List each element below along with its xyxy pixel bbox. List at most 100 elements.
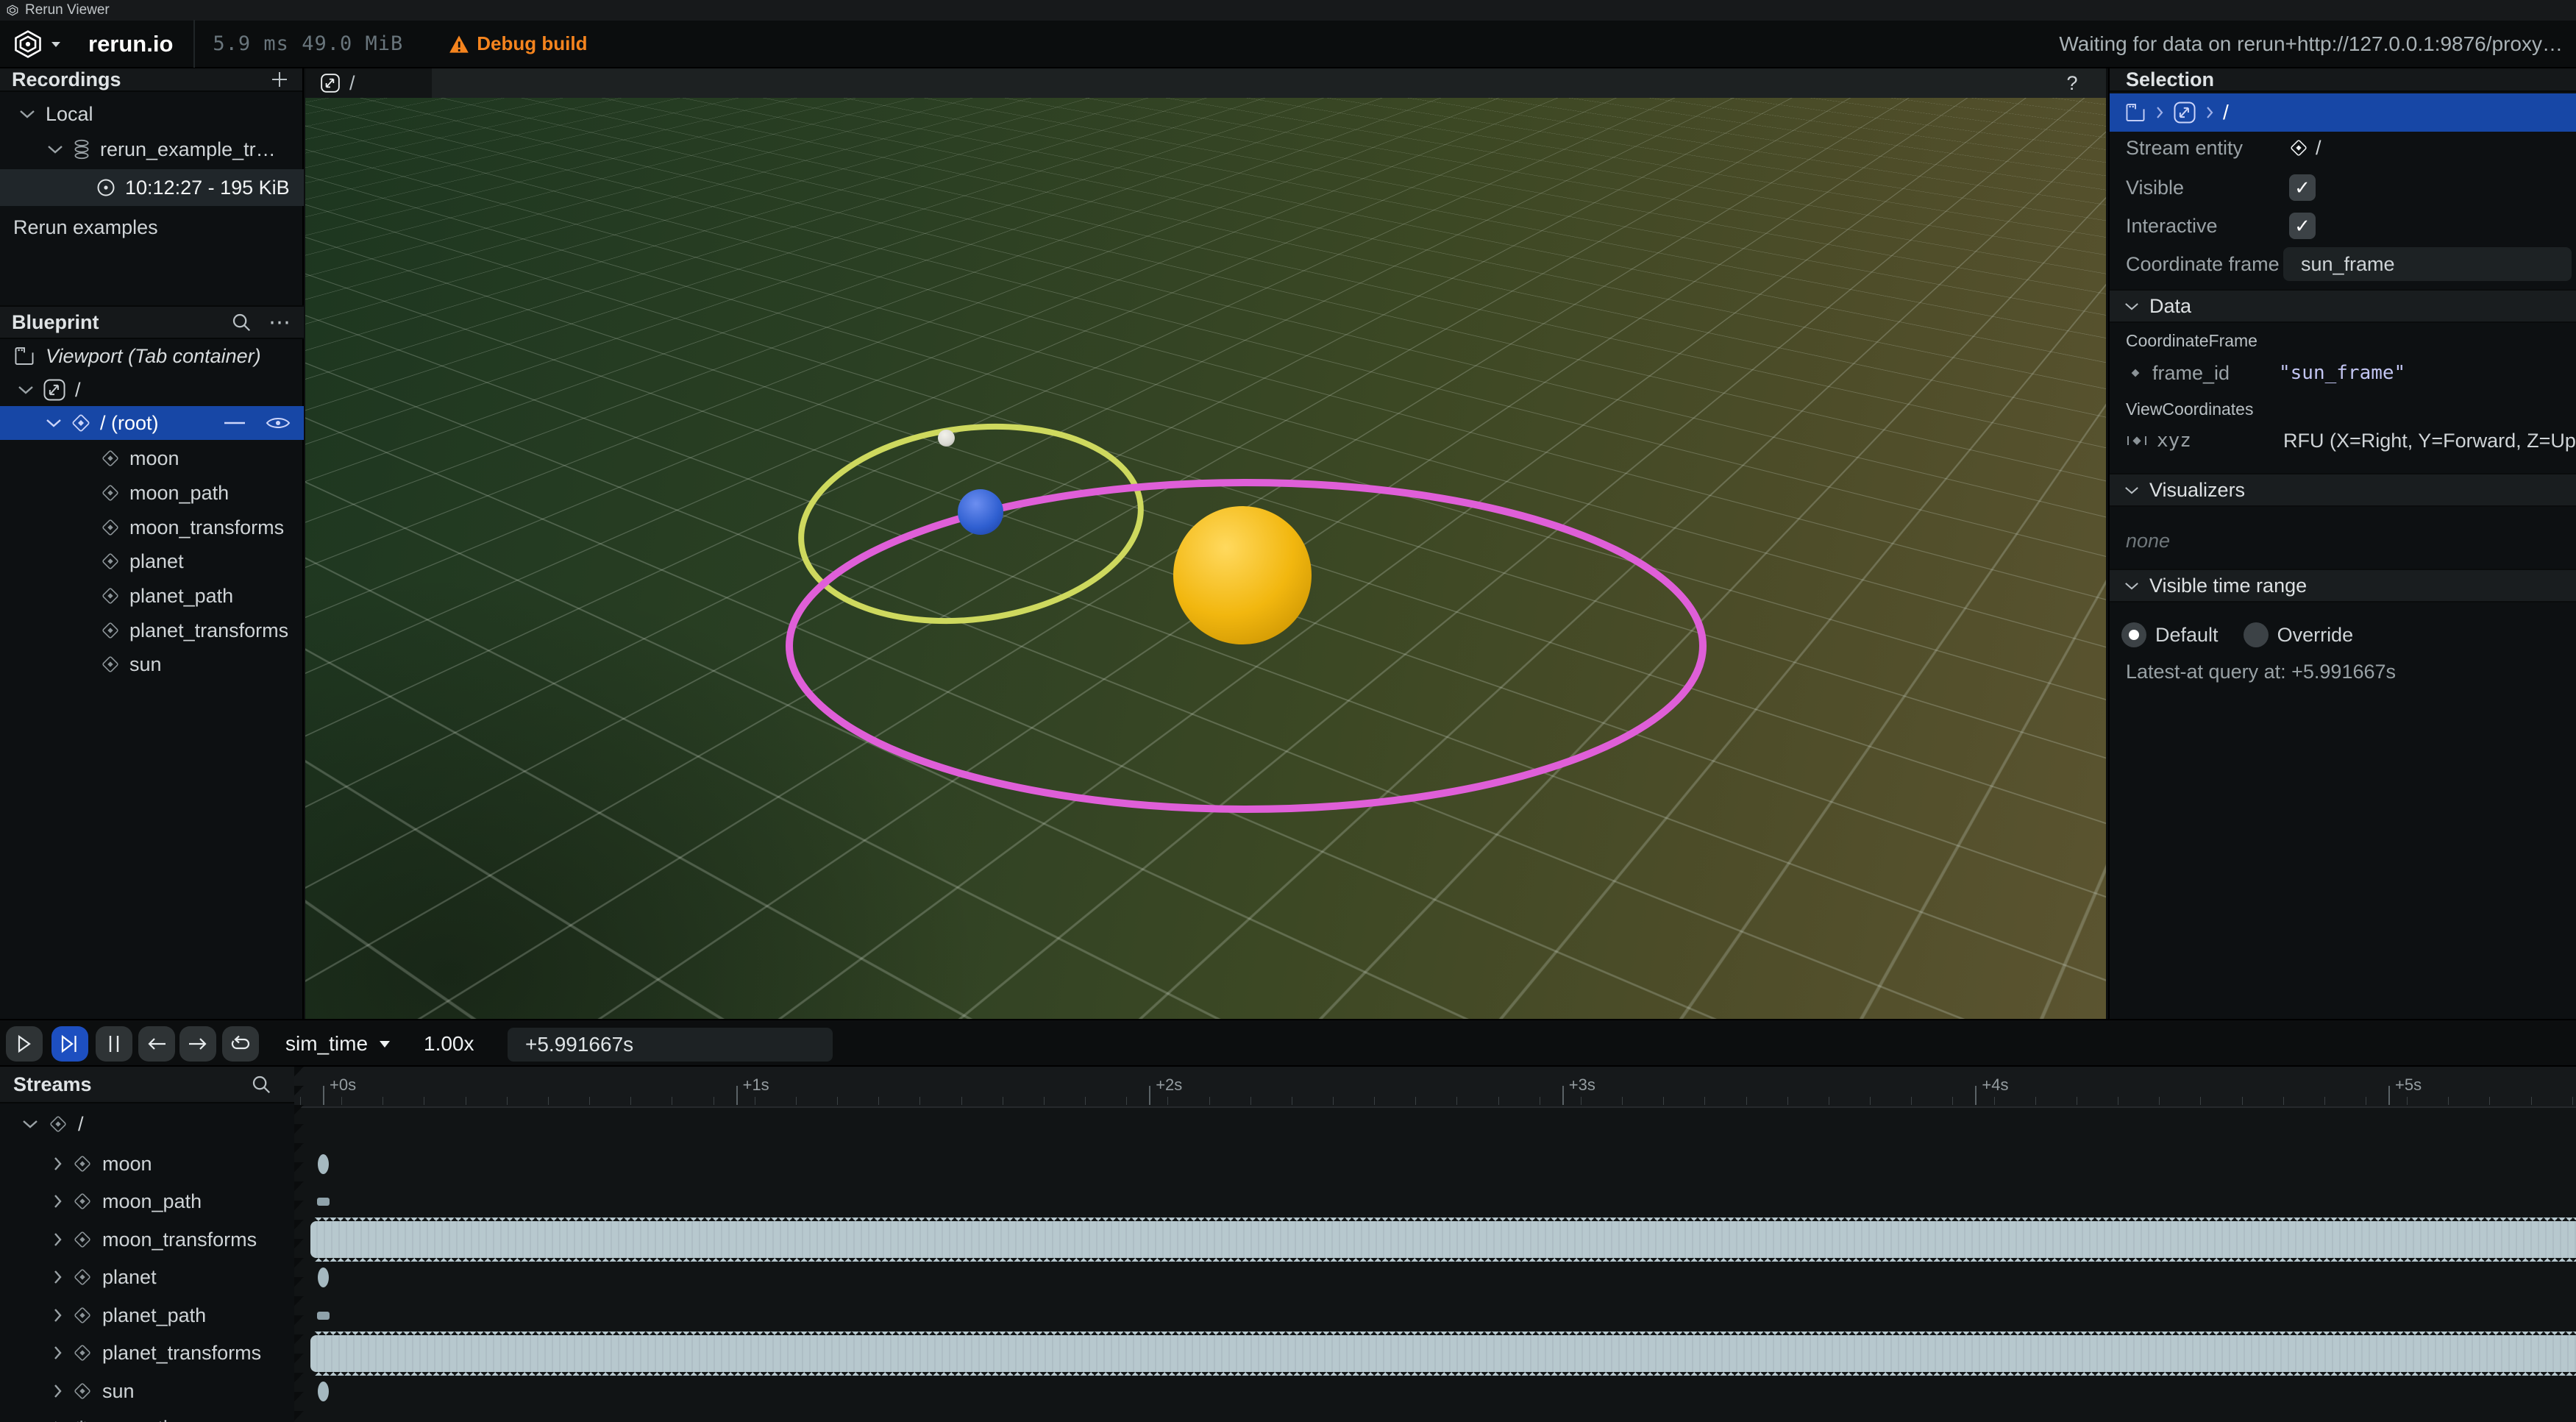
stream-entity-value[interactable]: /	[2316, 137, 2321, 160]
step-back-button[interactable]	[138, 1026, 175, 1062]
recordings-group-local[interactable]: Local	[0, 98, 304, 130]
ruler-minor-tick	[1167, 1097, 1168, 1105]
blueprint-item-planet-path[interactable]: planet_path	[0, 580, 304, 611]
latest-at-note: Latest-at query at: +5.991667s	[2126, 657, 2396, 686]
streams-root-item[interactable]: /	[0, 1109, 294, 1140]
timeline-canvas[interactable]	[294, 1108, 2576, 1422]
ruler-major-tick	[1975, 1086, 1977, 1105]
search-icon[interactable]	[250, 1073, 272, 1095]
group-label: Local	[46, 103, 93, 126]
root-label: / (root)	[100, 412, 159, 435]
recordings-dataset-item[interactable]: rerun_example_tr…	[0, 133, 304, 166]
override-radio[interactable]	[2244, 622, 2269, 647]
visible-checkbox[interactable]: ✓	[2289, 174, 2316, 201]
selection-breadcrumb[interactable]: /	[2110, 93, 2576, 132]
row-label: Interactive	[2126, 215, 2218, 238]
blueprint-item-planet[interactable]: planet	[0, 546, 304, 577]
tab-container-icon	[13, 346, 35, 366]
archetype-name: ViewCoordinates	[2126, 396, 2253, 422]
data-section-header[interactable]: Data	[2110, 289, 2576, 323]
streams-item-planet[interactable]: planet	[0, 1262, 294, 1293]
time-range-section-header[interactable]: Visible time range	[2110, 569, 2576, 602]
chevron-down-icon	[46, 418, 62, 428]
selection-panel: Selection / Stream entity	[2108, 68, 2576, 1019]
viewport-label: Viewport (Tab container)	[46, 345, 261, 368]
ruler-minor-tick	[2531, 1097, 2532, 1105]
streams-item-planet-path[interactable]: planet_path	[0, 1300, 294, 1331]
playback-speed[interactable]: 1.00x	[424, 1026, 474, 1062]
streams-item-moon[interactable]: moon	[0, 1148, 294, 1179]
add-recording-button[interactable]	[268, 68, 291, 90]
ruler-minor-tick	[507, 1097, 508, 1105]
ruler-minor-tick	[796, 1097, 797, 1105]
blueprint-item-planet-transforms[interactable]: planet_transforms	[0, 615, 304, 646]
ruler-minor-tick	[1994, 1097, 1995, 1105]
entity-icon	[101, 449, 120, 468]
planet-sphere	[958, 489, 1003, 535]
chevron-down-icon	[47, 144, 63, 154]
xyz-row[interactable]: xyz RFU (X=Right, Y=Forward, Z=Up)	[2127, 424, 2576, 457]
timeline-area[interactable]: +0s+1s+2s+3s+4s+5s	[294, 1067, 2576, 1422]
streams-item-planet-transforms[interactable]: planet_transforms	[0, 1337, 294, 1368]
help-button[interactable]: ?	[2059, 70, 2085, 96]
item-label: planet	[102, 1266, 157, 1289]
blueprint-viewport-item[interactable]: Viewport (Tab container)	[0, 341, 304, 372]
chevron-right-icon	[53, 1345, 63, 1360]
pause-button[interactable]	[96, 1026, 132, 1062]
blueprint-item-moon-transforms[interactable]: moon_transforms	[0, 512, 304, 543]
loop-button[interactable]	[222, 1026, 259, 1062]
spatial-3d-scene[interactable]	[305, 98, 2106, 1019]
item-label: moon_path	[102, 1190, 202, 1213]
more-options-icon[interactable]: ⋯	[268, 310, 292, 335]
search-icon[interactable]	[230, 311, 252, 333]
blueprint-item-moon-path[interactable]: moon_path	[0, 477, 304, 508]
streams-item-moon-path[interactable]: moon_path	[0, 1186, 294, 1217]
blueprint-root-item-selected[interactable]: / (root)	[0, 406, 304, 440]
toolbar-divider	[193, 20, 195, 68]
follow-button[interactable]	[51, 1026, 88, 1062]
logo-dropdown-caret-icon[interactable]	[50, 40, 62, 49]
frame-id-row[interactable]: frame_id "sun_frame"	[2130, 357, 2405, 389]
coordinate-frame-field[interactable]: sun_frame	[2283, 247, 2572, 281]
xyz-value: RFU (X=Right, Y=Forward, Z=Up)	[2283, 430, 2576, 452]
ruler-tick-label: +1s	[743, 1076, 769, 1095]
rerun-examples-section[interactable]: Rerun examples	[0, 213, 304, 242]
rerun-logo-icon[interactable]	[12, 28, 44, 60]
override-radio-label[interactable]: Override	[2277, 624, 2354, 647]
recording-item-selected[interactable]: 10:12:27 - 195 KiB	[0, 169, 304, 206]
blueprint-item-moon[interactable]: moon	[0, 443, 304, 474]
component-label: xyz	[2157, 430, 2273, 452]
interactive-checkbox[interactable]: ✓	[2289, 213, 2316, 239]
blueprint-view-item[interactable]: /	[0, 374, 304, 405]
play-button[interactable]	[6, 1026, 43, 1062]
visibility-eye-icon[interactable]	[266, 415, 291, 431]
current-time-field[interactable]: +5.991667s	[508, 1028, 833, 1062]
streams-item-properties-partial[interactable]: ⚙ properties	[0, 1412, 294, 1422]
default-radio-label[interactable]: Default	[2155, 624, 2219, 647]
step-forward-button[interactable]	[179, 1026, 216, 1062]
view-tab-label: /	[349, 72, 355, 95]
chevron-down-icon	[22, 1119, 38, 1129]
memory-latency-stats: 5.9 ms 49.0 MiB	[213, 32, 403, 55]
row-label: Stream entity	[2126, 137, 2243, 160]
chevron-down-icon	[2124, 581, 2139, 591]
visualizers-section-header[interactable]: Visualizers	[2110, 473, 2576, 507]
entity-icon	[71, 413, 91, 433]
visualizers-empty: none	[2126, 526, 2170, 555]
timeline-density-bar	[310, 1335, 2576, 1372]
item-label: properties	[100, 1417, 188, 1422]
streams-item-moon-transforms[interactable]: moon_transforms	[0, 1224, 294, 1255]
viewport-container: / ?	[305, 68, 2106, 1019]
streams-item-sun[interactable]: sun	[0, 1376, 294, 1407]
timeline-ruler[interactable]: +0s+1s+2s+3s+4s+5s	[294, 1067, 2576, 1108]
remove-icon[interactable]	[223, 420, 246, 426]
blueprint-title: Blueprint	[12, 311, 99, 334]
timeline-selector[interactable]: sim_time	[285, 1026, 391, 1062]
ruler-minor-tick	[1704, 1097, 1705, 1105]
view-tab-active[interactable]: /	[305, 68, 432, 98]
blueprint-item-sun[interactable]: sun	[0, 649, 304, 680]
chevron-right-icon	[53, 1232, 63, 1247]
default-radio[interactable]	[2121, 622, 2146, 647]
debug-build-badge: Debug build	[449, 32, 587, 55]
timeline-event-dash	[317, 1198, 330, 1206]
